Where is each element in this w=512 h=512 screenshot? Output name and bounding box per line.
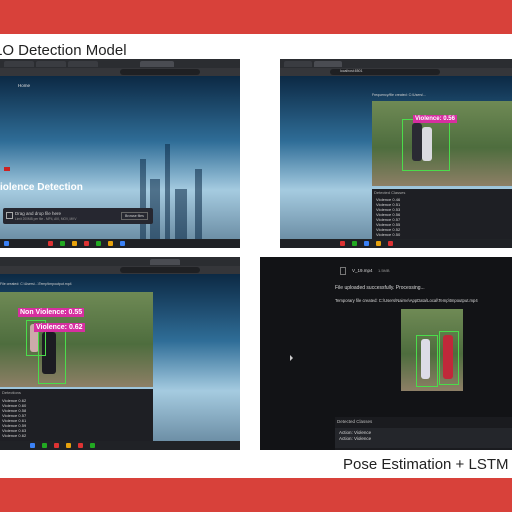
address-bar: localhost:8501 xyxy=(280,68,512,76)
browser-tab-strip xyxy=(0,257,240,266)
screenshot-detection-result: localhost:8501 Frequency/file created: C… xyxy=(280,59,512,248)
pose-video-frame xyxy=(401,309,463,391)
class-line: Violence 0.50 xyxy=(376,232,401,237)
browser-tab-strip xyxy=(280,59,512,68)
upload-label: Drag and drop file here xyxy=(15,211,62,216)
video-frame: Non Violence: 0.55 Violence: 0.62 xyxy=(0,292,153,387)
address-bar xyxy=(0,266,240,274)
frame-label: Frequency/file created: C:\Users\... xyxy=(372,93,427,97)
violence-label: Violence: 0.56 xyxy=(413,115,457,123)
detected-classes-panel: Detected Classes Action: Violence Action… xyxy=(335,417,512,450)
hero-title: iolence Detection xyxy=(0,182,83,193)
temp-file-msg: Temporary file created: C:\Users\Nairne\… xyxy=(335,298,478,303)
bottom-red-band xyxy=(0,478,512,512)
class-line: Violence 0.62 xyxy=(2,433,27,438)
browse-files-button[interactable]: Browse files xyxy=(121,212,148,220)
url-text: localhost:8501 xyxy=(340,69,363,73)
upload-icon xyxy=(6,212,13,219)
taskbar xyxy=(280,239,512,248)
violence-label: Violence: 0.62 xyxy=(34,323,85,332)
video-frame: Violence: 0.56 xyxy=(372,101,512,186)
detections-panel: Detections Violence 0.62 Violence 0.60 V… xyxy=(0,389,153,441)
file-size: 1.5MB xyxy=(378,268,390,273)
status-line: File created: C:\Users\...\Temp\tmpoutpu… xyxy=(0,282,72,286)
section-label: Detected Classes xyxy=(337,419,373,424)
screenshot-multi-detection: File created: C:\Users\...\Temp\tmpoutpu… xyxy=(0,257,240,450)
top-red-band xyxy=(0,0,512,34)
file-uploader[interactable]: Drag and drop file here Limit 200MB per … xyxy=(3,208,153,224)
upload-hint: Limit 200MB per file - MP4, AVI, MOV, MK… xyxy=(15,217,77,221)
file-icon xyxy=(340,267,346,275)
taskbar xyxy=(0,239,240,248)
pose-box xyxy=(439,331,459,385)
upload-status: File uploaded successfully. Processing..… xyxy=(335,285,425,291)
caption-pose-lstm: Pose Estimation + LSTM M xyxy=(343,456,512,473)
nav-tab-home[interactable]: Home xyxy=(18,83,30,88)
taskbar xyxy=(0,441,240,450)
screenshot-pose-estimation: V_19.mp4 1.5MB File uploaded successfull… xyxy=(260,257,512,450)
address-bar xyxy=(0,68,240,76)
file-name: V_19.mp4 xyxy=(352,268,373,273)
class-line: Action: Violence xyxy=(339,436,372,441)
detected-classes-panel: Detected Classes Violence 0.46 Violence … xyxy=(372,189,512,239)
nonviolence-label: Non Violence: 0.55 xyxy=(18,308,85,317)
pose-box xyxy=(416,335,438,387)
class-line: Action: Violence xyxy=(339,430,372,435)
caption-yolo-model: LO Detection Model xyxy=(0,42,127,59)
menu-marker xyxy=(4,167,10,171)
section-label: Detections xyxy=(2,390,21,395)
browser-tab-strip xyxy=(0,59,240,68)
screenshot-app-home: Home iolence Detection Drag and drop fil… xyxy=(0,59,240,248)
detection-box xyxy=(38,328,66,384)
section-label: Detected Classes xyxy=(374,190,406,195)
detection-box xyxy=(402,119,450,171)
mouse-cursor-icon xyxy=(290,355,293,361)
